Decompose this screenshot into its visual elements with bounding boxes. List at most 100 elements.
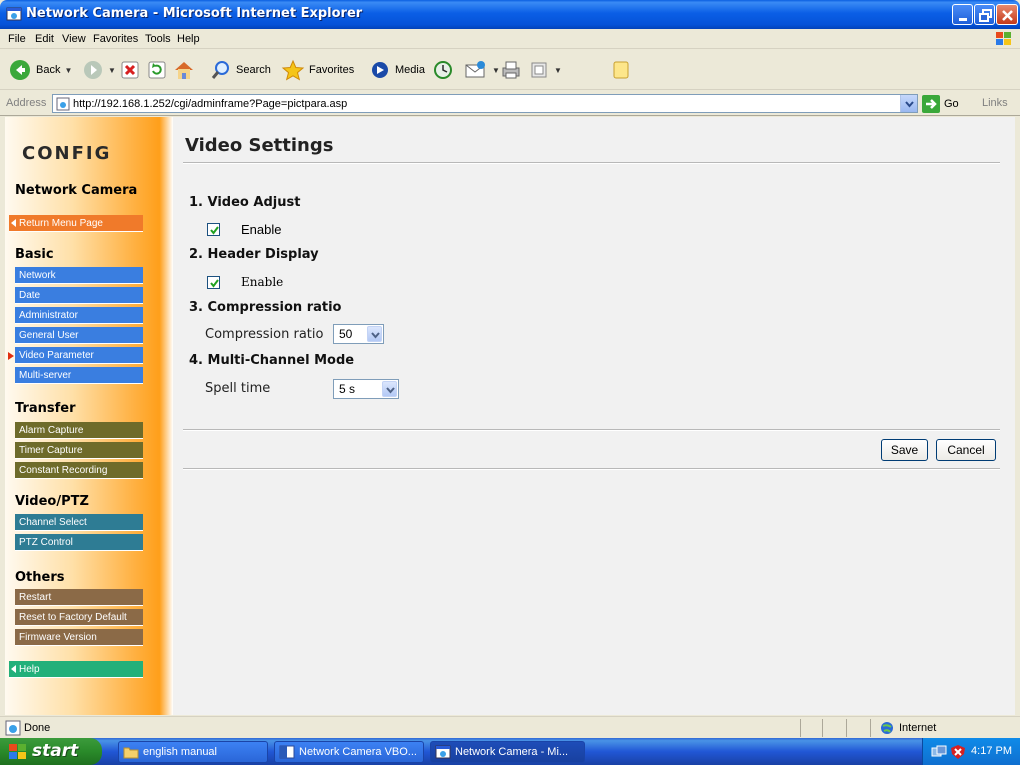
- window-title-bar[interactable]: Network Camera - Microsoft Internet Expl…: [0, 0, 1020, 29]
- taskbar: start english manual Network Camera VBO.…: [0, 738, 1020, 765]
- sidebar-item-timer-capture[interactable]: Timer Capture: [15, 442, 143, 459]
- links-button[interactable]: Links: [982, 97, 1008, 109]
- settings-panel: Video Settings 1. Video Adjust Enable 2.…: [173, 117, 1015, 715]
- media-button[interactable]: Media: [369, 58, 425, 82]
- search-icon: [211, 61, 229, 79]
- sidebar-item-video-parameter[interactable]: Video Parameter: [15, 347, 143, 364]
- task-label: english manual: [143, 746, 217, 758]
- menu-edit[interactable]: Edit: [35, 33, 54, 45]
- minimize-button[interactable]: [952, 4, 973, 25]
- status-divider: [800, 719, 801, 737]
- windows-flag-icon: [9, 744, 26, 759]
- menu-view[interactable]: View: [62, 33, 86, 45]
- cancel-button[interactable]: Cancel: [936, 439, 996, 461]
- go-button[interactable]: Go: [922, 95, 959, 113]
- section-heading-compression: 3. Compression ratio: [189, 300, 342, 315]
- restore-button[interactable]: [974, 4, 995, 25]
- home-button[interactable]: [172, 58, 196, 82]
- checkmark-icon: [210, 226, 219, 235]
- sidebar-item-firmware-version[interactable]: Firmware Version: [15, 629, 143, 646]
- left-arrow-icon: [11, 219, 16, 227]
- sidebar-item-channel-select[interactable]: Channel Select: [15, 514, 143, 531]
- others-header: Others: [15, 570, 65, 585]
- sidebar-item-restart[interactable]: Restart: [15, 589, 143, 606]
- divider: [183, 429, 1000, 431]
- page-content: CONFIG Network Camera Return Menu Page B…: [5, 117, 1015, 715]
- task-english-manual[interactable]: english manual: [118, 741, 268, 763]
- header-display-enable-label: Enable: [241, 275, 284, 289]
- task-network-camera-doc[interactable]: Network Camera VBO...: [274, 741, 424, 763]
- video-adjust-enable-checkbox[interactable]: [207, 223, 220, 236]
- menu-help[interactable]: Help: [177, 33, 200, 45]
- sidebar-item-general-user[interactable]: General User: [15, 327, 143, 344]
- search-button[interactable]: Search: [210, 58, 271, 82]
- status-divider: [870, 719, 871, 737]
- chevron-down-icon: [382, 381, 397, 397]
- return-menu-link[interactable]: Return Menu Page: [9, 215, 143, 232]
- video-ptz-header: Video/PTZ: [15, 494, 89, 509]
- sidebar-item-network[interactable]: Network: [15, 267, 143, 284]
- basic-header: Basic: [15, 247, 54, 262]
- page-title: Video Settings: [185, 135, 334, 156]
- section-heading-header-display: 2. Header Display: [189, 247, 319, 262]
- sidebar-item-constant-recording[interactable]: Constant Recording: [15, 462, 143, 479]
- address-dropdown-icon[interactable]: [900, 95, 917, 112]
- edit-button[interactable]: ▼: [528, 58, 562, 82]
- stop-icon: [121, 61, 139, 79]
- task-label: Network Camera - Mi...: [455, 746, 569, 758]
- close-button[interactable]: [996, 4, 1018, 25]
- media-label: Media: [395, 64, 425, 76]
- sidebar-item-reset-factory[interactable]: Reset to Factory Default: [15, 609, 143, 626]
- edit-dropdown-icon[interactable]: ▼: [554, 66, 562, 75]
- help-link[interactable]: Help: [9, 661, 143, 678]
- section-heading-video-adjust: 1. Video Adjust: [189, 195, 301, 210]
- forward-button[interactable]: ▼: [82, 58, 116, 82]
- media-icon: [372, 62, 388, 78]
- compression-ratio-value: 50: [339, 327, 353, 341]
- divider: [183, 468, 1000, 470]
- menu-favorites[interactable]: Favorites: [93, 33, 138, 45]
- transfer-header: Transfer: [15, 401, 76, 416]
- compression-ratio-select[interactable]: 50: [333, 324, 384, 344]
- go-arrow-icon: [922, 95, 940, 113]
- favorites-button[interactable]: Favorites: [281, 58, 354, 82]
- forward-dropdown-icon[interactable]: ▼: [108, 66, 116, 75]
- sidebar-item-administrator[interactable]: Administrator: [15, 307, 143, 324]
- chevron-down-icon: [367, 326, 382, 342]
- status-bar: Done Internet: [0, 716, 1020, 738]
- history-button[interactable]: [432, 58, 454, 82]
- note-icon: [613, 61, 629, 79]
- compression-ratio-label: Compression ratio: [205, 327, 324, 342]
- mail-dropdown-icon[interactable]: ▼: [492, 66, 500, 75]
- messenger-button[interactable]: [610, 58, 632, 82]
- menu-tools[interactable]: Tools: [145, 33, 171, 45]
- spell-time-label: Spell time: [205, 381, 271, 396]
- start-button[interactable]: start: [0, 738, 102, 765]
- sidebar-item-alarm-capture[interactable]: Alarm Capture: [15, 422, 143, 439]
- security-alert-tray-icon[interactable]: [950, 744, 966, 760]
- sidebar-item-date[interactable]: Date: [15, 287, 143, 304]
- back-label: Back: [36, 64, 61, 76]
- address-url: http://192.168.1.252/cgi/adminframe?Page…: [73, 98, 348, 110]
- stop-button[interactable]: [120, 58, 140, 82]
- mail-button[interactable]: ▼: [464, 58, 500, 82]
- sidebar-item-ptz-control[interactable]: PTZ Control: [15, 534, 143, 551]
- header-display-enable-checkbox[interactable]: [207, 276, 220, 289]
- system-tray: 4:17 PM: [922, 738, 1020, 765]
- spell-time-select[interactable]: 5 s: [333, 379, 399, 399]
- menu-file[interactable]: File: [8, 33, 26, 45]
- back-dropdown-icon[interactable]: ▼: [64, 66, 72, 75]
- section-heading-multi-channel: 4. Multi-Channel Mode: [189, 353, 355, 368]
- back-button[interactable]: Back ▼: [8, 58, 72, 82]
- address-input[interactable]: http://192.168.1.252/cgi/adminframe?Page…: [52, 94, 918, 113]
- sidebar-item-multi-server[interactable]: Multi-server: [15, 367, 143, 384]
- search-label: Search: [236, 64, 271, 76]
- task-network-camera-ie[interactable]: Network Camera - Mi...: [430, 741, 585, 763]
- print-button[interactable]: [500, 58, 522, 82]
- favorites-star-icon: [281, 59, 305, 81]
- refresh-button[interactable]: [147, 58, 167, 82]
- config-title: CONFIG: [22, 143, 112, 164]
- save-button[interactable]: Save: [881, 439, 928, 461]
- address-bar: Address http://192.168.1.252/cgi/adminfr…: [0, 91, 1020, 116]
- network-tray-icon[interactable]: [931, 744, 947, 760]
